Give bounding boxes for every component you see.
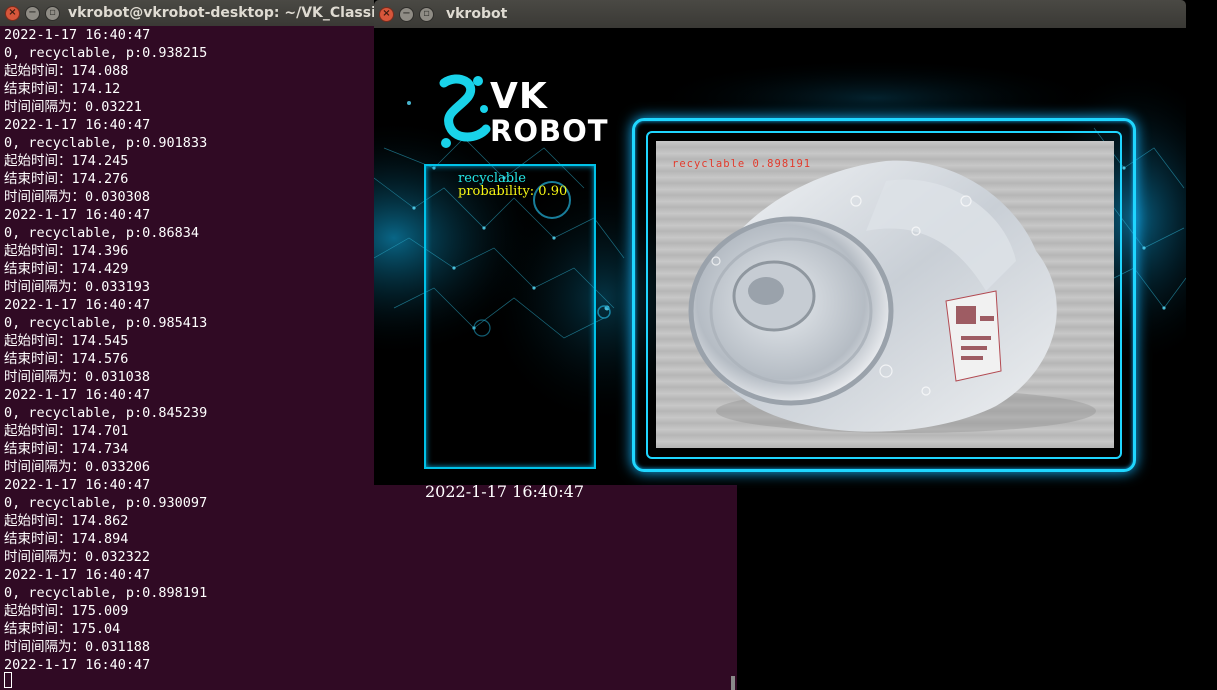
minimize-icon[interactable]: − xyxy=(399,6,414,22)
terminal-line: 时间间隔为：0.032322 xyxy=(4,549,151,565)
terminal-scrollbar[interactable] xyxy=(731,676,735,690)
terminal-line: 2022-1-17 16:40:47 xyxy=(4,657,151,673)
terminal-cursor xyxy=(4,672,12,688)
crushed-can-image xyxy=(688,160,1096,433)
datetime-display: 2022-1-17 16:40:47 xyxy=(425,482,585,501)
terminal-line: 时间间隔为：0.031188 xyxy=(4,639,151,655)
result-panel xyxy=(424,164,596,469)
terminal-line: 0, recyclable, p:0.930097 xyxy=(4,495,208,511)
result-probability: probability: 0.90 xyxy=(458,184,568,199)
minimize-icon[interactable]: − xyxy=(25,5,40,21)
vkrobot-title: vkrobot xyxy=(446,6,508,22)
vkrobot-display: VK ROBOT recyclable probability: 0.90 20… xyxy=(374,28,1186,501)
camera-feed: recyclable 0.898191 xyxy=(656,141,1114,448)
camera-overlay-label: recyclable 0.898191 xyxy=(672,158,812,170)
vk-robot-logo: VK ROBOT xyxy=(490,76,609,149)
terminal-line: 结束时间：174.894 xyxy=(4,531,129,547)
maximize-icon[interactable]: ▫ xyxy=(419,6,434,22)
terminal-line: 起始时间：174.862 xyxy=(4,513,129,529)
logo-line-vk: VK xyxy=(490,76,548,117)
terminal-line: 结束时间：175.04 xyxy=(4,621,121,637)
vk-logo-icon xyxy=(439,74,491,148)
close-icon[interactable]: × xyxy=(379,6,394,22)
terminal-line: 0, recyclable, p:0.898191 xyxy=(4,585,208,601)
terminal-title: vkrobot@vkrobot-desktop: ~/VK_Classific xyxy=(68,5,395,21)
terminal-line: 2022-1-17 16:40:47 xyxy=(4,567,151,583)
vkrobot-titlebar[interactable]: × − ▫ vkrobot xyxy=(374,0,1186,28)
terminal-line: 起始时间：175.009 xyxy=(4,603,129,619)
close-icon[interactable]: × xyxy=(5,5,20,21)
vkrobot-window[interactable]: × − ▫ vkrobot VK ROBOT recyclable probab… xyxy=(374,0,1186,501)
maximize-icon[interactable]: ▫ xyxy=(45,5,60,21)
logo-line-robot: ROBOT xyxy=(490,114,609,148)
